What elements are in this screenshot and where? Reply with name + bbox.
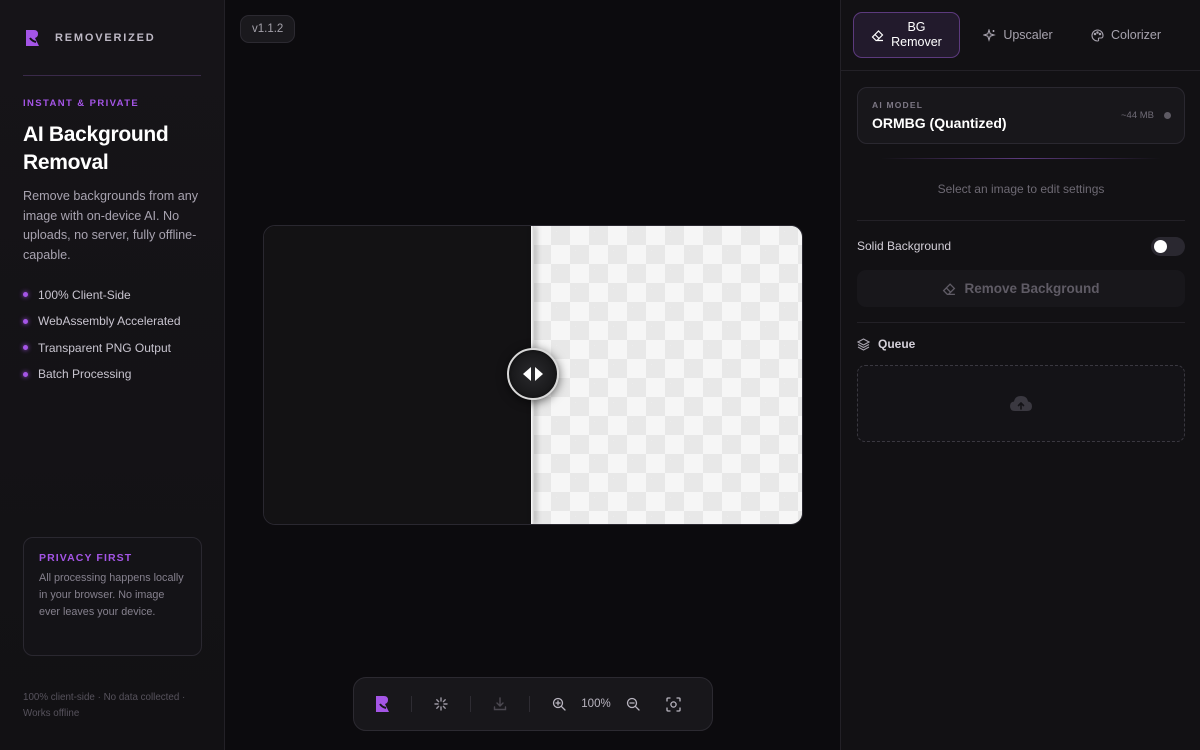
fit-view-button[interactable]	[659, 690, 687, 718]
zoom-in-button[interactable]	[545, 690, 573, 718]
after-image-transparent	[532, 226, 802, 524]
bullet-icon	[23, 292, 28, 298]
logo-icon	[26, 29, 39, 46]
privacy-card: PRIVACY FIRST All processing happens loc…	[23, 537, 202, 656]
process-button[interactable]	[427, 690, 455, 718]
app: REMOVERIZED INSTANT & PRIVATE AI Backgro…	[0, 0, 1200, 750]
loader-icon	[434, 697, 448, 711]
list-item: Transparent PNG Output	[23, 334, 201, 361]
settings-hint: Select an image to edit settings	[937, 182, 1105, 196]
solid-background-toggle[interactable]	[1151, 236, 1185, 256]
tab-label: Colorizer	[1110, 28, 1161, 42]
zoom-out-icon	[626, 697, 640, 711]
right-panel: BG Remover Upscaler Colorizer AI MODEL O…	[840, 0, 1200, 750]
divider	[857, 322, 1185, 323]
divider	[881, 158, 1161, 159]
download-icon	[493, 697, 507, 711]
eraser-icon	[871, 29, 884, 41]
tab-label: Upscaler	[1003, 28, 1053, 42]
cloud-upload-icon	[1010, 395, 1032, 411]
model-status-dot	[1164, 112, 1171, 119]
before-image	[264, 226, 532, 524]
tab-label: BG Remover	[891, 20, 942, 50]
tab-bg-remover[interactable]: BG Remover	[853, 12, 960, 58]
canvas-area: v1.1.2 100%	[225, 0, 840, 750]
zoom-level: 100%	[581, 698, 611, 710]
queue-title: Queue	[878, 337, 916, 351]
compare-view[interactable]	[263, 225, 803, 525]
model-size: ~44 MB	[1120, 110, 1154, 121]
list-item: WebAssembly Accelerated	[23, 308, 201, 335]
brand-name: REMOVERIZED	[55, 31, 156, 44]
headline-line-1: AI Background	[23, 123, 169, 146]
queue-header: Queue	[857, 337, 915, 351]
privacy-title: PRIVACY FIRST	[39, 552, 133, 564]
zoom-out-button[interactable]	[619, 690, 647, 718]
tool-tabs: BG Remover Upscaler Colorizer	[841, 0, 1200, 71]
compare-slider-handle[interactable]	[507, 348, 559, 400]
logo-icon	[376, 696, 389, 712]
list-item: 100% Client-Side	[23, 281, 201, 308]
focus-icon	[665, 696, 681, 712]
bullet-icon	[23, 318, 28, 324]
toolbar-divider	[411, 696, 412, 712]
logo-button[interactable]	[368, 690, 396, 718]
brand[interactable]: REMOVERIZED	[23, 0, 201, 76]
arrow-left-icon	[523, 367, 531, 381]
zoom-in-icon	[552, 697, 566, 711]
solid-background-row: Solid Background	[857, 236, 1185, 256]
privacy-text: All processing happens locally in your b…	[39, 572, 184, 619]
eraser-icon	[943, 282, 956, 295]
version-badge: v1.1.2	[240, 15, 296, 43]
divider	[857, 220, 1185, 221]
feature-list: 100% Client-Side WebAssembly Accelerated…	[23, 281, 201, 387]
description: Remove backgrounds from any image with o…	[23, 189, 198, 262]
toggle-knob	[1154, 239, 1167, 253]
tab-label-line-1: BG	[907, 20, 926, 34]
queue-dropzone[interactable]	[857, 365, 1185, 442]
list-item: Batch Processing	[23, 361, 201, 388]
tab-upscaler[interactable]: Upscaler	[968, 12, 1068, 58]
tab-label-line-2: Remover	[891, 35, 942, 49]
toolbar-divider	[470, 696, 471, 712]
page-title: AI Background Removal	[23, 121, 201, 177]
remove-background-label: Remove Background	[964, 281, 1100, 296]
feature-label: Batch Processing	[38, 367, 132, 382]
toolbar-divider	[529, 696, 530, 712]
model-selector[interactable]: AI MODEL ORMBG (Quantized) ~44 MB	[857, 87, 1185, 144]
bottom-toolbar: 100%	[353, 677, 713, 731]
sparkle-icon	[983, 28, 997, 42]
palette-icon	[1091, 28, 1104, 42]
download-button[interactable]	[486, 690, 514, 718]
model-caption: AI MODEL	[872, 100, 924, 110]
feature-label: 100% Client-Side	[38, 287, 131, 302]
bullet-icon	[23, 371, 28, 377]
eyebrow: INSTANT & PRIVATE	[23, 98, 140, 109]
solid-background-label: Solid Background	[857, 239, 952, 253]
left-sidebar: REMOVERIZED INSTANT & PRIVATE AI Backgro…	[0, 0, 225, 750]
tab-colorizer[interactable]: Colorizer	[1076, 12, 1176, 58]
headline-line-2: Removal	[23, 151, 109, 174]
arrow-right-icon	[535, 367, 543, 381]
feature-label: Transparent PNG Output	[38, 340, 171, 355]
layers-icon	[857, 337, 870, 351]
footnote: 100% client-side · No data collected · W…	[23, 692, 186, 719]
remove-background-button[interactable]: Remove Background	[857, 270, 1185, 307]
bullet-icon	[23, 345, 28, 351]
feature-label: WebAssembly Accelerated	[38, 314, 181, 329]
